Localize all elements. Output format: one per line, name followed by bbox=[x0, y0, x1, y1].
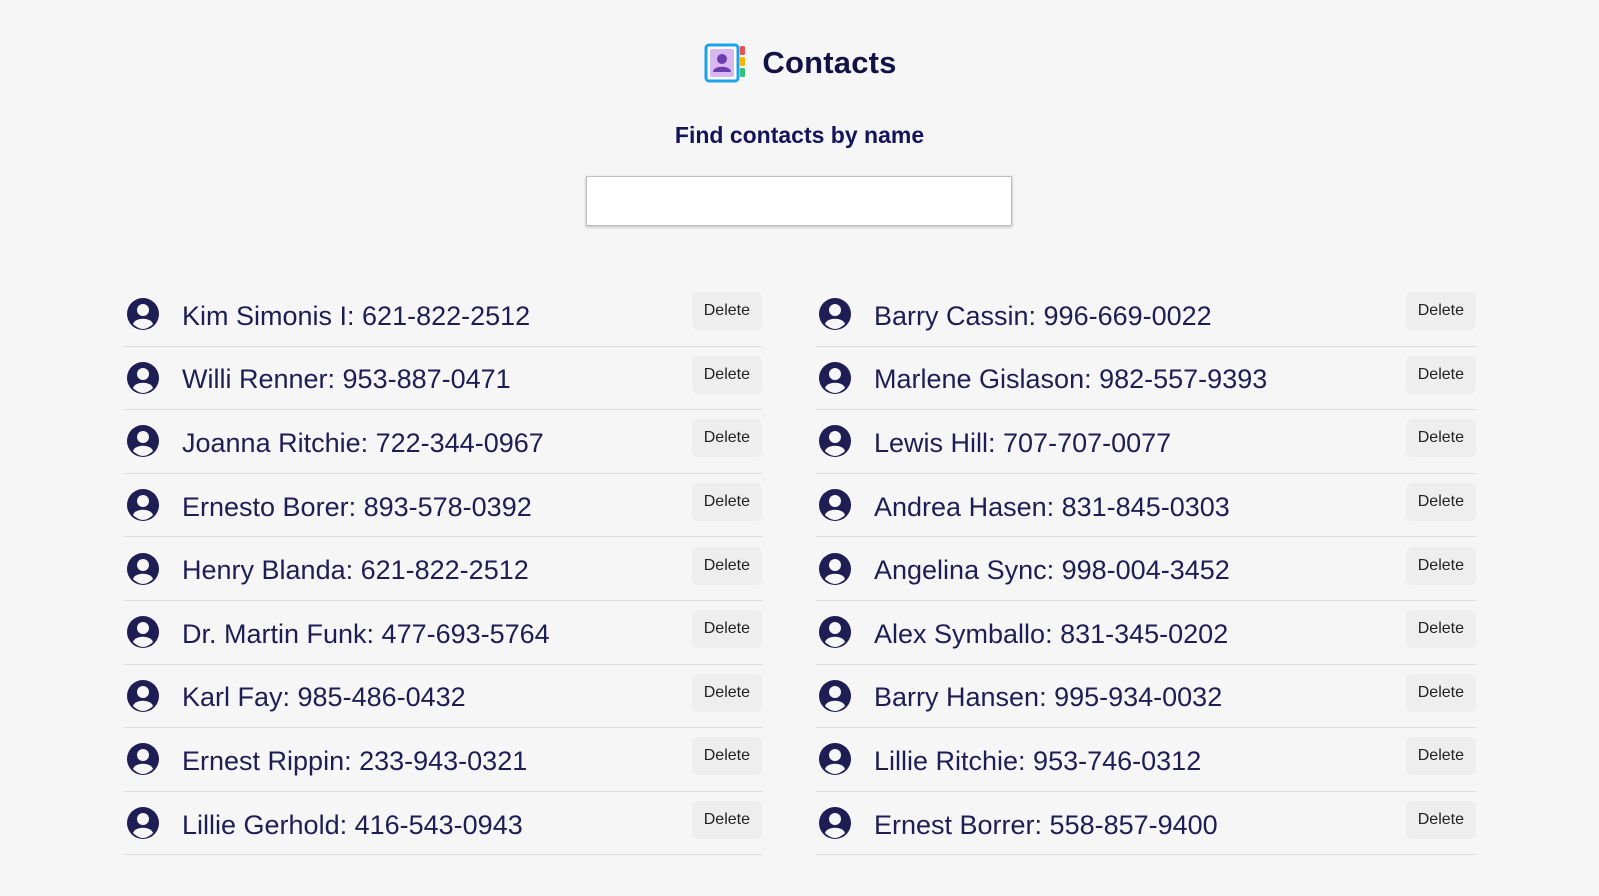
delete-button[interactable]: Delete bbox=[691, 546, 762, 585]
contact-text: Barry Hansen: 995-934-0032 bbox=[874, 682, 1223, 713]
user-circle-icon bbox=[818, 297, 852, 331]
contact-row: Alex Symballo: 831-345-0202 Delete bbox=[816, 601, 1476, 665]
contact-row: Willi Renner: 953-887-0471 Delete bbox=[124, 347, 762, 411]
user-circle-icon bbox=[818, 361, 852, 395]
app-title: Contacts bbox=[762, 45, 897, 80]
contact-row: Barry Hansen: 995-934-0032 Delete bbox=[816, 665, 1476, 729]
contact-text: Karl Fay: 985-486-0432 bbox=[182, 682, 466, 713]
contact-text: Ernest Borrer: 558-857-9400 bbox=[874, 809, 1218, 840]
user-circle-icon bbox=[818, 488, 852, 522]
user-circle-icon bbox=[126, 679, 160, 713]
contact-text: Andrea Hasen: 831-845-0303 bbox=[874, 491, 1230, 522]
contact-row: Henry Blanda: 621-822-2512 Delete bbox=[124, 537, 762, 601]
contact-text: Alex Symballo: 831-345-0202 bbox=[874, 618, 1229, 649]
contacts-list: Kim Simonis I: 621-822-2512 Delete Barry C… bbox=[124, 283, 1476, 856]
delete-button[interactable]: Delete bbox=[1405, 355, 1476, 394]
contact-text: Ernesto Borer: 893-578-0392 bbox=[182, 491, 532, 522]
user-circle-icon bbox=[126, 806, 160, 840]
contact-row: Joanna Ritchie: 722-344-0967 Delete bbox=[124, 410, 762, 474]
contact-text: Marlene Gislason: 982-557-9393 bbox=[874, 364, 1268, 395]
delete-button[interactable]: Delete bbox=[691, 801, 762, 840]
contact-text: Barry Cassin: 996-669-0022 bbox=[874, 300, 1212, 331]
contact-row: Lillie Gerhold: 416-543-0943 Delete bbox=[124, 792, 762, 856]
delete-button[interactable]: Delete bbox=[691, 355, 762, 394]
user-circle-icon bbox=[126, 488, 160, 522]
delete-button[interactable]: Delete bbox=[1405, 801, 1476, 840]
delete-button[interactable]: Delete bbox=[691, 737, 762, 776]
contact-text: Lewis Hill: 707-707-0077 bbox=[874, 427, 1172, 458]
contact-row: Andrea Hasen: 831-845-0303 Delete bbox=[816, 474, 1476, 538]
user-circle-icon bbox=[818, 742, 852, 776]
delete-button[interactable]: Delete bbox=[1405, 737, 1476, 776]
contact-row: Lewis Hill: 707-707-0077 Delete bbox=[816, 410, 1476, 474]
delete-button[interactable]: Delete bbox=[691, 610, 762, 649]
user-circle-icon bbox=[818, 424, 852, 458]
delete-button[interactable]: Delete bbox=[1405, 419, 1476, 458]
delete-button[interactable]: Delete bbox=[1405, 546, 1476, 585]
contact-text: Henry Blanda: 621-822-2512 bbox=[182, 555, 529, 586]
contacts-book-icon bbox=[704, 43, 746, 83]
delete-button[interactable]: Delete bbox=[1405, 483, 1476, 522]
contact-text: Ernest Rippin: 233-943-0321 bbox=[182, 745, 528, 776]
user-circle-icon bbox=[126, 424, 160, 458]
user-circle-icon bbox=[126, 552, 160, 586]
contact-row: Karl Fay: 985-486-0432 Delete bbox=[124, 665, 762, 729]
contact-text: Lillie Gerhold: 416-543-0943 bbox=[182, 809, 523, 840]
contact-row: Lillie Ritchie: 953-746-0312 Delete bbox=[816, 728, 1476, 792]
user-circle-icon bbox=[818, 679, 852, 713]
delete-button[interactable]: Delete bbox=[1405, 673, 1476, 712]
delete-button[interactable]: Delete bbox=[1405, 610, 1476, 649]
contacts-app: Contacts Find contacts by name Kim Simon… bbox=[0, 0, 1599, 896]
user-circle-icon bbox=[818, 552, 852, 586]
delete-button[interactable]: Delete bbox=[691, 419, 762, 458]
user-circle-icon bbox=[126, 615, 160, 649]
user-circle-icon bbox=[818, 615, 852, 649]
app-header: Contacts bbox=[0, 40, 1599, 86]
contact-text: Lillie Ritchie: 953-746-0312 bbox=[874, 745, 1202, 776]
delete-button[interactable]: Delete bbox=[691, 292, 762, 331]
contact-row: Barry Cassin: 996-669-0022 Delete bbox=[816, 283, 1476, 347]
delete-button[interactable]: Delete bbox=[1405, 292, 1476, 331]
contact-text: Joanna Ritchie: 722-344-0967 bbox=[182, 427, 544, 458]
search-input[interactable] bbox=[586, 176, 1012, 226]
contact-row: Ernest Rippin: 233-943-0321 Delete bbox=[124, 728, 762, 792]
user-circle-icon bbox=[126, 297, 160, 331]
contact-text: Angelina Sync: 998-004-3452 bbox=[874, 555, 1230, 586]
contact-row: Kim Simonis I: 621-822-2512 Delete bbox=[124, 283, 762, 347]
user-circle-icon bbox=[126, 742, 160, 776]
contact-row: Marlene Gislason: 982-557-9393 Delete bbox=[816, 347, 1476, 411]
contact-text: Willi Renner: 953-887-0471 bbox=[182, 364, 511, 395]
search-label: Find contacts by name bbox=[674, 122, 925, 148]
contact-row: Ernesto Borer: 893-578-0392 Delete bbox=[124, 474, 762, 538]
delete-button[interactable]: Delete bbox=[691, 673, 762, 712]
contact-text: Kim Simonis I: 621-822-2512 bbox=[182, 300, 531, 331]
contact-row: Ernest Borrer: 558-857-9400 Delete bbox=[816, 792, 1476, 856]
user-circle-icon bbox=[818, 806, 852, 840]
contact-row: Angelina Sync: 998-004-3452 Delete bbox=[816, 537, 1476, 601]
contact-text: Dr. Martin Funk: 477-693-5764 bbox=[182, 618, 550, 649]
delete-button[interactable]: Delete bbox=[691, 483, 762, 522]
contact-row: Dr. Martin Funk: 477-693-5764 Delete bbox=[124, 601, 762, 665]
user-circle-icon bbox=[126, 361, 160, 395]
